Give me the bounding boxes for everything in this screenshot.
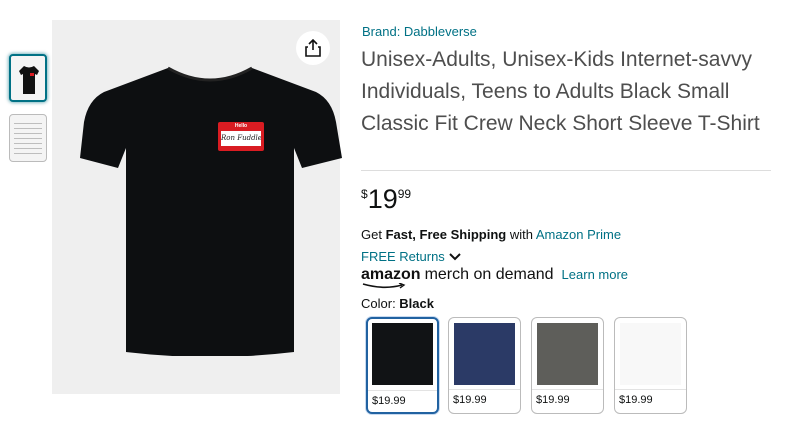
shirt-thumbnail-icon	[19, 66, 39, 94]
price-fraction: 99	[397, 187, 412, 201]
amazon-prime-link[interactable]: Amazon Prime	[536, 227, 621, 242]
divider	[361, 170, 771, 171]
amazon-smile-icon	[362, 283, 406, 289]
shipping-info: Get Fast, Free Shipping with Amazon Prim…	[361, 227, 621, 242]
name-tag-print: Hello Ron Fuddle	[218, 122, 264, 151]
merch-tagline: merch on demand	[424, 266, 554, 283]
price-whole: 19	[367, 184, 398, 214]
t-shirt-image	[80, 66, 342, 356]
image-thumbnails	[9, 54, 49, 174]
amazon-logo-text: amazon	[361, 266, 421, 283]
swatch-color-tile	[620, 323, 681, 385]
name-tag-header: Hello	[234, 123, 248, 129]
name-tag-name: Ron Fuddle	[221, 131, 261, 146]
share-icon	[305, 39, 321, 57]
swatch-price: $19.99	[453, 394, 487, 406]
color-value: Black	[399, 296, 434, 311]
swatch-color-tile	[537, 323, 598, 385]
swatch-price: $19.99	[536, 394, 570, 406]
swatch-divider	[368, 390, 437, 391]
size-chart-preview	[14, 121, 42, 155]
swatch-divider	[532, 389, 603, 390]
thumbnail-size-chart[interactable]	[9, 114, 47, 162]
swatch-price: $19.99	[372, 395, 406, 407]
amazon-logo: amazon	[361, 266, 421, 289]
swatch-price: $19.99	[619, 394, 653, 406]
price-symbol: $	[361, 187, 368, 201]
swatch-gray[interactable]: $19.99	[531, 317, 604, 414]
swatch-color-tile	[372, 323, 433, 385]
learn-more-link[interactable]: Learn more	[562, 267, 628, 282]
merch-on-demand: amazon merch on demand Learn more	[361, 266, 628, 289]
thumbnail-shirt[interactable]	[9, 54, 47, 102]
shipping-prefix: Get	[361, 227, 386, 242]
swatch-divider	[615, 389, 686, 390]
product-title: Unisex-Adults, Unisex-Kids Internet-savv…	[361, 48, 760, 135]
color-selection-label: Color: Black	[361, 296, 434, 311]
price: $1999	[361, 184, 411, 215]
swatch-black[interactable]: $19.99	[366, 317, 439, 414]
chevron-down-icon	[449, 252, 461, 260]
share-button[interactable]	[296, 31, 330, 65]
swatch-white[interactable]: $19.99	[614, 317, 687, 414]
shipping-middle: with	[506, 227, 536, 242]
shipping-bold: Fast, Free Shipping	[385, 227, 507, 242]
swatch-navy[interactable]: $19.99	[448, 317, 521, 414]
swatch-color-tile	[454, 323, 515, 385]
free-returns-dropdown[interactable]: FREE Returns	[361, 249, 461, 264]
brand-link[interactable]: Brand: Dabbleverse	[362, 24, 477, 39]
free-returns-label: FREE Returns	[361, 249, 445, 264]
color-label: Color:	[361, 296, 400, 311]
swatch-divider	[449, 389, 520, 390]
